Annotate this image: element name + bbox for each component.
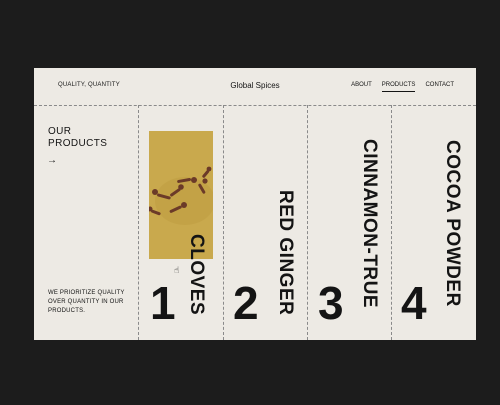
section-title-line: PRODUCTS bbox=[48, 138, 108, 149]
product-number: 3 bbox=[318, 277, 344, 329]
product-name-cocoa-powder[interactable]: COCOA POWDER bbox=[442, 140, 463, 307]
column-divider bbox=[391, 105, 392, 340]
product-name-red-ginger[interactable]: RED GINGER bbox=[275, 190, 296, 315]
website-page: QUALITY, QUANTITY Global Spices ABOUT PR… bbox=[34, 68, 476, 340]
section-title: OUR PRODUCTS bbox=[48, 126, 107, 150]
product-name-cinnamon-true[interactable]: CINNAMON-TRUE bbox=[359, 139, 380, 308]
main-nav: ABOUT PRODUCTS CONTACT bbox=[351, 82, 454, 92]
nav-about[interactable]: ABOUT bbox=[351, 82, 372, 92]
nav-contact[interactable]: CONTACT bbox=[425, 82, 454, 92]
column-divider bbox=[138, 105, 139, 340]
intro-text: WE PRIORITIZE QUALITY OVER QUANTITY IN O… bbox=[48, 290, 125, 314]
arrow-right-icon[interactable]: → bbox=[47, 155, 57, 166]
header: QUALITY, QUANTITY Global Spices ABOUT PR… bbox=[34, 68, 476, 105]
column-divider bbox=[223, 105, 224, 340]
header-divider bbox=[34, 105, 476, 106]
nav-products[interactable]: PRODUCTS bbox=[381, 82, 416, 92]
product-number: 1 bbox=[150, 277, 176, 329]
section-title-line: OUR bbox=[48, 126, 72, 137]
hand-cursor-icon: ☝ bbox=[174, 265, 180, 275]
product-number: 4 bbox=[401, 277, 427, 329]
product-name-cloves[interactable]: CLOVES bbox=[186, 234, 207, 315]
column-divider bbox=[307, 105, 308, 340]
product-number: 2 bbox=[233, 277, 259, 329]
